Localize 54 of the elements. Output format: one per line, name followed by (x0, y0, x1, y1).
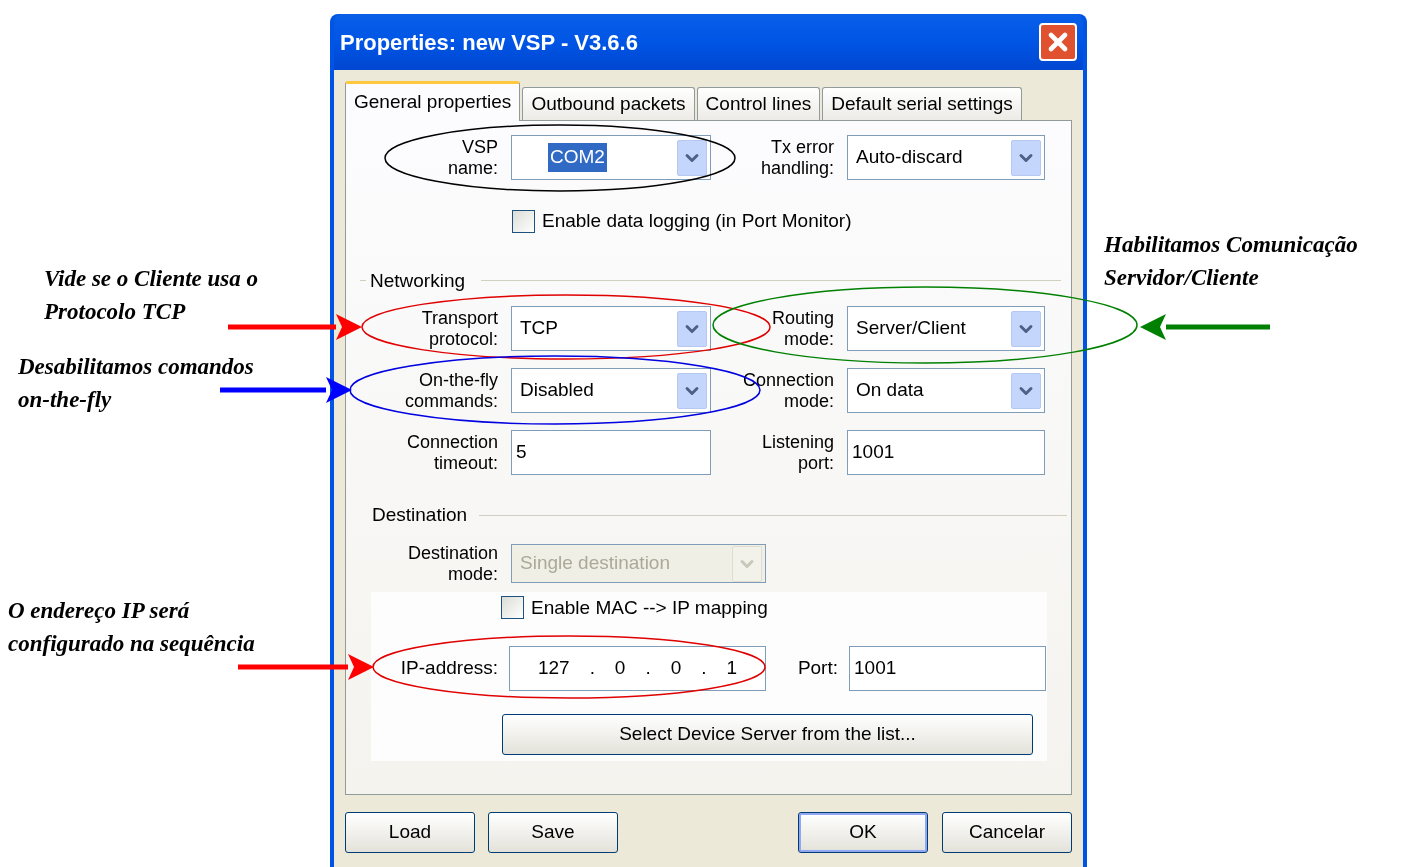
dropdown-field[interactable]: On data (847, 368, 1045, 413)
close-button[interactable] (1039, 23, 1077, 61)
text-field[interactable]: 1001 (847, 430, 1045, 475)
field-label: Destination mode: (407, 542, 498, 585)
annotation-text: Desabilitamos comandos on-the-fly (18, 353, 255, 414)
text-field[interactable]: 5 (511, 430, 711, 475)
text-field[interactable]: 1001 (849, 646, 1046, 691)
field-label: IP-address: (400, 656, 498, 681)
annotation-text: O endereço IP será configurado na sequência (8, 597, 256, 658)
group-title: Destination (372, 503, 468, 527)
field-value: Disabled (519, 378, 595, 403)
field-label: Connection timeout: (406, 431, 498, 474)
dropdown-field[interactable]: Disabled (511, 368, 711, 413)
dialog-button[interactable]: Cancelar (942, 812, 1072, 853)
dropdown-arrow-button[interactable] (1011, 139, 1041, 176)
field-value: COM2 (548, 143, 607, 172)
dropdown-field[interactable]: COM2 (511, 135, 711, 180)
window-title: Properties: new VSP - V3.6.6 (340, 28, 638, 57)
dialog-button[interactable]: OK (798, 812, 928, 853)
dropdown-arrow-button[interactable] (1011, 372, 1041, 409)
dropdown-field[interactable]: Auto-discard (847, 135, 1045, 180)
tab[interactable]: Default serial settings (822, 87, 1022, 120)
tab[interactable]: Control lines (696, 87, 821, 120)
field-label: Tx error handling: (760, 136, 834, 179)
field-label: Transport protocol: (421, 307, 498, 350)
tab[interactable]: Outbound packets (522, 87, 695, 120)
group-title: Networking (370, 268, 466, 293)
dialog-button[interactable]: Load (345, 812, 475, 853)
field-value: Server/Client (855, 316, 967, 341)
dropdown-arrow-button[interactable] (677, 310, 707, 347)
annotation-text: Habilitamos Comunicação Servidor/Cliente (1104, 231, 1359, 292)
field-label: Listening port: (761, 431, 834, 474)
dropdown-arrow-button[interactable] (677, 372, 707, 409)
checkbox-label: Enable MAC --> IP mapping (531, 595, 768, 620)
select-device-button[interactable]: Select Device Server from the list... (502, 714, 1033, 755)
field-value: Single destination (519, 551, 671, 576)
tab[interactable]: General properties (345, 81, 521, 121)
field-value: Auto-discard (855, 145, 964, 170)
checkbox[interactable] (512, 209, 535, 233)
dropdown-field[interactable]: TCP (511, 306, 711, 351)
ip-address-field[interactable]: 127 . 0 . 0 . 1 (509, 646, 766, 691)
dropdown-arrow-button[interactable] (1011, 310, 1041, 347)
field-label: Port: (797, 656, 838, 681)
field-value: TCP (519, 316, 559, 341)
dropdown-field[interactable]: Server/Client (847, 306, 1045, 351)
annotation-text: Vide se o Cliente usa o Protocolo TCP (44, 265, 260, 326)
field-label: Routing mode: (771, 307, 834, 350)
dialog-button[interactable]: Save (488, 812, 618, 853)
dropdown-arrow-button[interactable] (677, 139, 707, 176)
checkbox[interactable] (501, 596, 524, 620)
checkbox-label: Enable data logging (in Port Monitor) (542, 209, 852, 233)
field-value: On data (855, 378, 925, 403)
field-label: On-the-fly commands: (404, 369, 498, 412)
field-label: VSP name: (447, 136, 498, 179)
